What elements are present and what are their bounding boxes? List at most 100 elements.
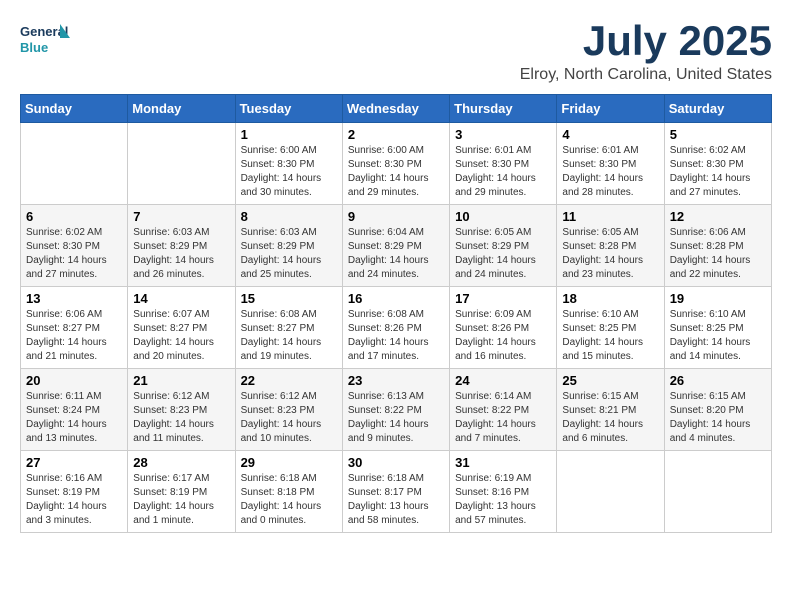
day-info: Sunrise: 6:07 AM Sunset: 8:27 PM Dayligh…	[133, 308, 229, 364]
day-number: 14	[133, 291, 229, 306]
day-number: 4	[562, 127, 658, 142]
month-title: July 2025	[520, 20, 772, 62]
weekday-header-wednesday: Wednesday	[342, 95, 449, 123]
calendar-cell: 3Sunrise: 6:01 AM Sunset: 8:30 PM Daylig…	[450, 123, 557, 205]
day-number: 10	[455, 209, 551, 224]
day-number: 6	[26, 209, 122, 224]
day-info: Sunrise: 6:04 AM Sunset: 8:29 PM Dayligh…	[348, 226, 444, 282]
day-number: 22	[241, 373, 337, 388]
day-number: 13	[26, 291, 122, 306]
day-info: Sunrise: 6:00 AM Sunset: 8:30 PM Dayligh…	[348, 144, 444, 200]
day-number: 15	[241, 291, 337, 306]
calendar-cell: 9 Sunrise: 6:04 AM Sunset: 8:29 PM Daylig…	[342, 205, 449, 287]
day-info: Sunrise: 6:10 AM Sunset: 8:25 PM Dayligh…	[562, 308, 658, 364]
day-number: 21	[133, 373, 229, 388]
day-number: 25	[562, 373, 658, 388]
calendar-cell: 28 Sunrise: 6:17 AM Sunset: 8:19 PM Dayli…	[128, 451, 235, 533]
day-number: 24	[455, 373, 551, 388]
calendar-cell: 18 Sunrise: 6:10 AM Sunset: 8:25 PM Dayli…	[557, 287, 664, 369]
calendar-week-4: 20Sunrise: 6:11 AM Sunset: 8:24 PM Dayli…	[21, 369, 772, 451]
day-number: 16	[348, 291, 444, 306]
day-info: Sunrise: 6:09 AM Sunset: 8:26 PM Dayligh…	[455, 308, 551, 364]
calendar-cell: 14 Sunrise: 6:07 AM Sunset: 8:27 PM Dayli…	[128, 287, 235, 369]
calendar-cell: 21Sunrise: 6:12 AM Sunset: 8:23 PM Dayli…	[128, 369, 235, 451]
day-info: Sunrise: 6:15 AM Sunset: 8:21 PM Dayligh…	[562, 390, 658, 446]
day-info: Sunrise: 6:08 AM Sunset: 8:26 PM Dayligh…	[348, 308, 444, 364]
calendar-cell: 20Sunrise: 6:11 AM Sunset: 8:24 PM Dayli…	[21, 369, 128, 451]
day-info: Sunrise: 6:00 AM Sunset: 8:30 PM Dayligh…	[241, 144, 337, 200]
calendar-cell: 7Sunrise: 6:03 AM Sunset: 8:29 PM Daylig…	[128, 205, 235, 287]
day-number: 30	[348, 455, 444, 470]
calendar-cell: 12 Sunrise: 6:06 AM Sunset: 8:28 PM Dayli…	[664, 205, 771, 287]
page-header: General Blue July 2025 Elroy, North Caro…	[20, 20, 772, 84]
weekday-header-friday: Friday	[557, 95, 664, 123]
calendar-week-2: 6 Sunrise: 6:02 AM Sunset: 8:30 PM Daylig…	[21, 205, 772, 287]
logo: General Blue	[20, 20, 70, 62]
calendar-cell: 8 Sunrise: 6:03 AM Sunset: 8:29 PM Daylig…	[235, 205, 342, 287]
calendar-cell: 25 Sunrise: 6:15 AM Sunset: 8:21 PM Dayli…	[557, 369, 664, 451]
day-info: Sunrise: 6:18 AM Sunset: 8:18 PM Dayligh…	[241, 472, 337, 528]
day-number: 5	[670, 127, 766, 142]
weekday-header-sunday: Sunday	[21, 95, 128, 123]
calendar-cell: 22 Sunrise: 6:12 AM Sunset: 8:23 PM Dayli…	[235, 369, 342, 451]
day-number: 29	[241, 455, 337, 470]
day-info: Sunrise: 6:10 AM Sunset: 8:25 PM Dayligh…	[670, 308, 766, 364]
day-info: Sunrise: 6:18 AM Sunset: 8:17 PM Dayligh…	[348, 472, 444, 528]
day-info: Sunrise: 6:13 AM Sunset: 8:22 PM Dayligh…	[348, 390, 444, 446]
calendar-cell: 24 Sunrise: 6:14 AM Sunset: 8:22 PM Dayli…	[450, 369, 557, 451]
day-info: Sunrise: 6:17 AM Sunset: 8:19 PM Dayligh…	[133, 472, 229, 528]
day-number: 2	[348, 127, 444, 142]
calendar-cell: 23 Sunrise: 6:13 AM Sunset: 8:22 PM Dayli…	[342, 369, 449, 451]
calendar-cell: 17Sunrise: 6:09 AM Sunset: 8:26 PM Dayli…	[450, 287, 557, 369]
weekday-header-saturday: Saturday	[664, 95, 771, 123]
calendar-cell: 4Sunrise: 6:01 AM Sunset: 8:30 PM Daylig…	[557, 123, 664, 205]
day-info: Sunrise: 6:08 AM Sunset: 8:27 PM Dayligh…	[241, 308, 337, 364]
day-info: Sunrise: 6:01 AM Sunset: 8:30 PM Dayligh…	[455, 144, 551, 200]
svg-text:Blue: Blue	[20, 40, 48, 55]
day-info: Sunrise: 6:02 AM Sunset: 8:30 PM Dayligh…	[26, 226, 122, 282]
day-number: 8	[241, 209, 337, 224]
day-info: Sunrise: 6:16 AM Sunset: 8:19 PM Dayligh…	[26, 472, 122, 528]
day-number: 18	[562, 291, 658, 306]
day-number: 12	[670, 209, 766, 224]
calendar-cell: 27 Sunrise: 6:16 AM Sunset: 8:19 PM Dayli…	[21, 451, 128, 533]
day-info: Sunrise: 6:06 AM Sunset: 8:27 PM Dayligh…	[26, 308, 122, 364]
calendar-table: SundayMondayTuesdayWednesdayThursdayFrid…	[20, 94, 772, 533]
day-info: Sunrise: 6:05 AM Sunset: 8:29 PM Dayligh…	[455, 226, 551, 282]
day-number: 11	[562, 209, 658, 224]
calendar-cell: 11 Sunrise: 6:05 AM Sunset: 8:28 PM Dayli…	[557, 205, 664, 287]
calendar-cell: 2 Sunrise: 6:00 AM Sunset: 8:30 PM Daylig…	[342, 123, 449, 205]
weekday-header-thursday: Thursday	[450, 95, 557, 123]
day-info: Sunrise: 6:14 AM Sunset: 8:22 PM Dayligh…	[455, 390, 551, 446]
calendar-cell: 31Sunrise: 6:19 AM Sunset: 8:16 PM Dayli…	[450, 451, 557, 533]
calendar-cell: 29 Sunrise: 6:18 AM Sunset: 8:18 PM Dayli…	[235, 451, 342, 533]
calendar-week-3: 13 Sunrise: 6:06 AM Sunset: 8:27 PM Dayli…	[21, 287, 772, 369]
calendar-cell: 5Sunrise: 6:02 AM Sunset: 8:30 PM Daylig…	[664, 123, 771, 205]
day-number: 19	[670, 291, 766, 306]
calendar-cell: 16 Sunrise: 6:08 AM Sunset: 8:26 PM Dayli…	[342, 287, 449, 369]
day-number: 9	[348, 209, 444, 224]
day-number: 20	[26, 373, 122, 388]
calendar-cell: 15 Sunrise: 6:08 AM Sunset: 8:27 PM Dayli…	[235, 287, 342, 369]
day-number: 7	[133, 209, 229, 224]
day-info: Sunrise: 6:05 AM Sunset: 8:28 PM Dayligh…	[562, 226, 658, 282]
day-number: 26	[670, 373, 766, 388]
day-number: 27	[26, 455, 122, 470]
calendar-cell: 10 Sunrise: 6:05 AM Sunset: 8:29 PM Dayli…	[450, 205, 557, 287]
logo-svg: General Blue	[20, 20, 70, 62]
day-info: Sunrise: 6:03 AM Sunset: 8:29 PM Dayligh…	[241, 226, 337, 282]
calendar-week-5: 27 Sunrise: 6:16 AM Sunset: 8:19 PM Dayli…	[21, 451, 772, 533]
day-number: 23	[348, 373, 444, 388]
title-block: July 2025 Elroy, North Carolina, United …	[520, 20, 772, 84]
day-info: Sunrise: 6:06 AM Sunset: 8:28 PM Dayligh…	[670, 226, 766, 282]
day-info: Sunrise: 6:12 AM Sunset: 8:23 PM Dayligh…	[241, 390, 337, 446]
weekday-header-tuesday: Tuesday	[235, 95, 342, 123]
calendar-cell	[664, 451, 771, 533]
weekday-header-row: SundayMondayTuesdayWednesdayThursdayFrid…	[21, 95, 772, 123]
day-info: Sunrise: 6:19 AM Sunset: 8:16 PM Dayligh…	[455, 472, 551, 528]
calendar-cell	[128, 123, 235, 205]
calendar-cell: 19 Sunrise: 6:10 AM Sunset: 8:25 PM Dayli…	[664, 287, 771, 369]
calendar-cell: 13 Sunrise: 6:06 AM Sunset: 8:27 PM Dayli…	[21, 287, 128, 369]
day-number: 28	[133, 455, 229, 470]
day-number: 1	[241, 127, 337, 142]
